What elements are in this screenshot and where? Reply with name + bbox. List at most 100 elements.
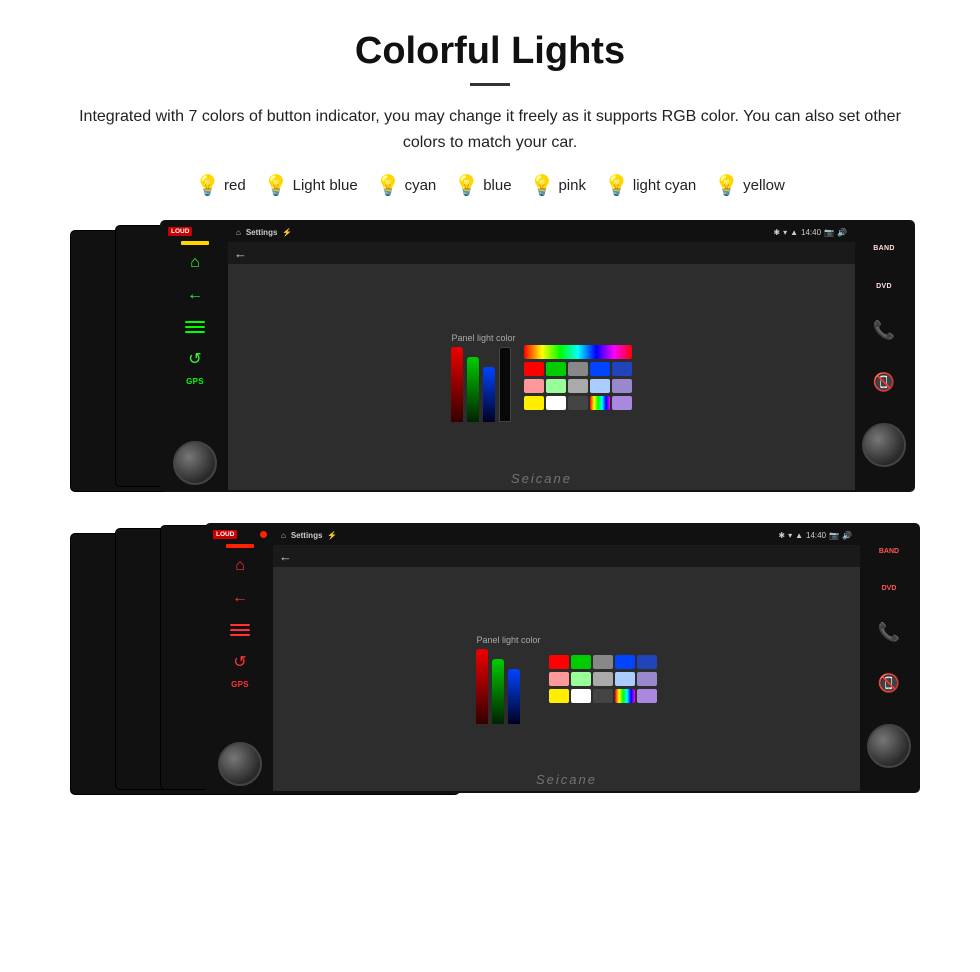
cc-r3c4 [590, 396, 610, 410]
status-plug-icon-bottom: ⚡ [327, 531, 337, 540]
pink-bulb-icon: 💡 [530, 173, 555, 198]
color-label-lightblue: Light blue [293, 177, 358, 194]
slider-black-top [499, 347, 511, 422]
back-button-bottom[interactable]: ← [224, 584, 256, 612]
phone-green-icon-top[interactable]: 📞 [873, 320, 895, 341]
cc-r3c3 [568, 396, 588, 410]
refresh-icon-bottom: ↺ [233, 652, 246, 672]
bc-r2c4 [615, 672, 635, 686]
slider-red-top [451, 347, 463, 422]
gps-label-bottom: GPS [231, 680, 249, 689]
color-label-pink: pink [558, 177, 586, 194]
screen-back-icon-top[interactable]: ← [234, 246, 247, 261]
home-button-top[interactable]: ⌂ [179, 249, 211, 277]
menu-lines-bottom [230, 624, 250, 636]
knob-bottom[interactable] [218, 742, 262, 786]
loud-badge-top: LOUD [168, 227, 192, 236]
color-label-blue: blue [483, 177, 511, 194]
color-label-cyan: cyan [405, 177, 437, 194]
color-item-lightblue: 💡 Light blue [264, 173, 358, 198]
home-icon-top: ⌂ [190, 254, 200, 272]
bluetooth-icon-bottom: ✱ [778, 531, 785, 540]
bc-r2c2 [571, 672, 591, 686]
bc-r1c2 [571, 655, 591, 669]
knob-right-top[interactable] [862, 423, 906, 467]
slider-blue-bottom [508, 669, 520, 724]
title-divider [470, 83, 510, 86]
vol-icon-top: 🔊 [837, 228, 847, 237]
slider-red-bottom [476, 649, 488, 724]
bc-r1c3 [593, 655, 613, 669]
phone-green-icon-bottom[interactable]: 📞 [878, 622, 900, 643]
refresh-button-bottom[interactable]: ↺ [224, 648, 256, 676]
main-front-panel-bottom: LOUD ⌂ ← ↺ [205, 523, 920, 793]
bc-r2c5 [637, 672, 657, 686]
status-left-bottom: ⌂ Settings ⚡ [281, 531, 337, 540]
widget-left-bottom: Panel light color [476, 635, 540, 724]
slider-blue-top [483, 367, 495, 422]
phone-red-icon-top[interactable]: 📵 [873, 372, 895, 393]
color-item-cyan: 💡 cyan [376, 173, 437, 198]
color-item-lightcyan: 💡 light cyan [604, 173, 696, 198]
main-front-panel-top: LOUD ⌂ ← ↺ GPS [160, 220, 915, 492]
color-item-red: 💡 red [195, 173, 246, 198]
knob-right-bottom[interactable] [867, 724, 911, 768]
cc-r2c5 [612, 379, 632, 393]
yellow-indicator-top [181, 241, 209, 245]
dvd-label-top[interactable]: DVD [876, 283, 892, 290]
color-label-yellow: yellow [743, 177, 785, 194]
back-button-top[interactable]: ← [179, 281, 211, 309]
knob-top[interactable] [173, 441, 217, 485]
status-right-top: ✱ ▾ ▲ 14:40 📷 🔊 [773, 228, 847, 237]
cg-row2-bottom [549, 672, 657, 686]
screen-nav-bottom: ← [273, 545, 860, 567]
cc-r1c5 [612, 362, 632, 376]
panel-left-bottom: LOUD ⌂ ← ↺ [207, 525, 273, 791]
bc-r3c5 [637, 689, 657, 703]
bc-r3c1 [549, 689, 569, 703]
screen-main-bottom: Panel light color [273, 567, 860, 791]
phone-red-icon-bottom[interactable]: 📵 [878, 673, 900, 694]
band-label-bottom[interactable]: BAND [879, 548, 899, 555]
cc-r3c1 [524, 396, 544, 410]
lightcyan-bulb-icon: 💡 [604, 173, 629, 198]
cg-row1-bottom [549, 655, 657, 669]
page-wrapper: Colorful Lights Integrated with 7 colors… [0, 0, 980, 848]
sliders-top [451, 347, 515, 422]
menu-button-top[interactable] [179, 313, 211, 341]
rainbow-top [524, 345, 632, 359]
color-item-yellow: 💡 yellow [714, 173, 785, 198]
color-label-red: red [224, 177, 246, 194]
panel-screen-top: ⌂ Settings ⚡ ✱ ▾ ▲ 14:40 📷 🔊 ← [228, 222, 855, 490]
wifi-icon-bottom: ▾ [788, 531, 792, 540]
bc-r2c3 [593, 672, 613, 686]
dvd-label-bottom[interactable]: DVD [882, 585, 897, 592]
signal-icon-top: ▲ [790, 228, 798, 237]
cg-row1-top [524, 362, 632, 376]
screen-nav-top: ← [228, 242, 855, 264]
panel-light-label-top: Panel light color [451, 333, 515, 343]
bc-r2c1 [549, 672, 569, 686]
watermark-top: Seicane [511, 471, 572, 486]
cc-r1c2 [546, 362, 566, 376]
status-home-icon-top: ⌂ [236, 228, 241, 237]
band-label-top[interactable]: BAND [873, 245, 894, 252]
wifi-icon-top: ▾ [783, 228, 787, 237]
back-icon-bottom: ← [232, 589, 248, 607]
status-home-icon-bottom: ⌂ [281, 531, 286, 540]
refresh-button-top[interactable]: ↺ [179, 345, 211, 373]
top-device-panel: LOUD ⌂ ← ↺ GPS [60, 220, 920, 505]
bluetooth-icon-top: ✱ [773, 228, 780, 237]
red-indicator-bottom [226, 544, 254, 548]
color-item-blue: 💡 blue [454, 173, 511, 198]
color-list: 💡 red 💡 Light blue 💡 cyan 💡 blue 💡 pink … [40, 173, 940, 198]
cc-r2c1 [524, 379, 544, 393]
cc-r3c5 [612, 396, 632, 410]
menu-button-bottom[interactable] [224, 616, 256, 644]
status-settings-top: Settings [246, 228, 278, 237]
screen-back-icon-bottom[interactable]: ← [279, 549, 292, 564]
red-dot-bottom [260, 531, 267, 538]
home-button-bottom[interactable]: ⌂ [224, 552, 256, 580]
bc-r1c5 [637, 655, 657, 669]
cc-r1c3 [568, 362, 588, 376]
